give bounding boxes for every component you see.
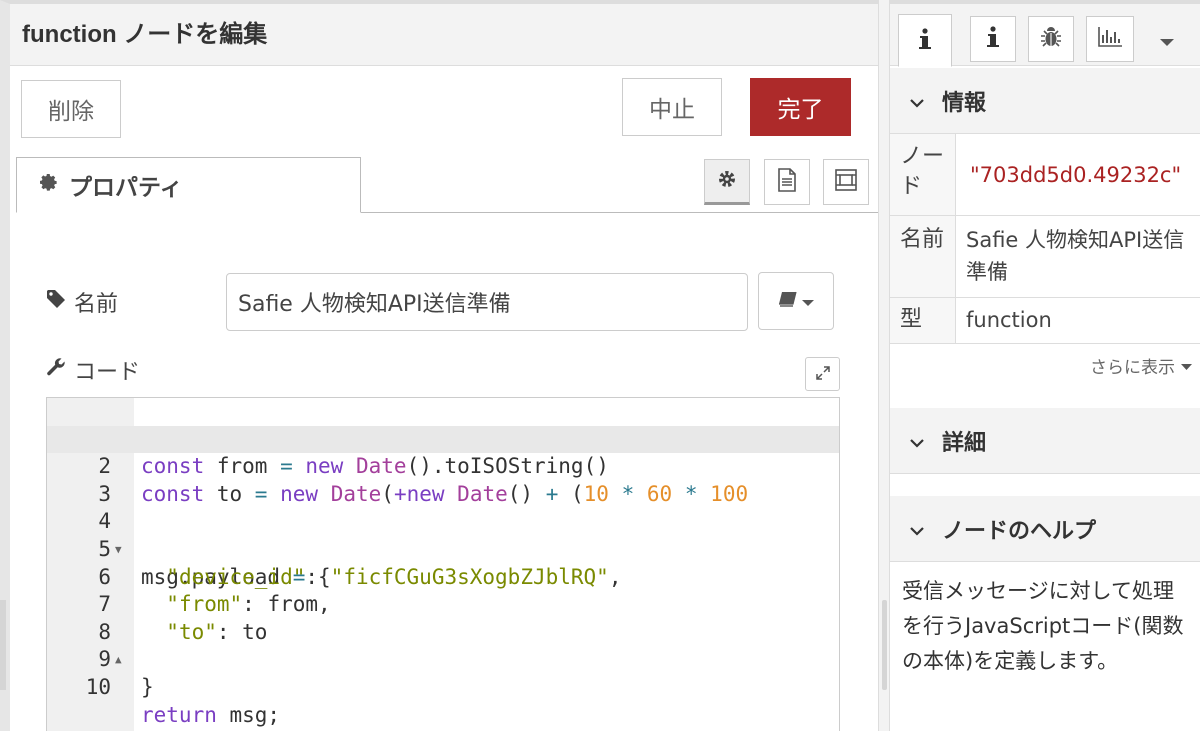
chevron-down-icon: [910, 88, 924, 114]
gear-icon: [717, 169, 737, 193]
sidebar-tabs: [890, 4, 1200, 67]
node-appearance-tab[interactable]: [823, 159, 869, 205]
code-line: 6 "from": from,: [47, 536, 839, 617]
name-label-text: 名前: [74, 292, 119, 317]
delete-button[interactable]: 削除: [21, 80, 121, 138]
code-label: コード: [46, 354, 140, 386]
sidebar-tab-debug[interactable]: [1028, 16, 1074, 62]
sidebar: 情報 ノード "703dd5d0.49232c" 名前 Safie 人物検知AP…: [890, 0, 1200, 731]
editor-tabbar: プロパティ: [16, 148, 878, 213]
info-value-type: function: [966, 308, 1052, 332]
help-section-title: ノードのヘルプ: [942, 517, 1097, 543]
library-button[interactable]: [758, 272, 834, 330]
gear-icon: [39, 172, 59, 199]
expand-editor-button[interactable]: [805, 357, 840, 391]
info-row-type: 型 function: [890, 298, 1200, 344]
sidebar-tab-info-active[interactable]: [898, 14, 952, 67]
info-key-name: 名前: [890, 216, 956, 297]
code-line: 3: [47, 453, 839, 506]
caret-down-icon: [802, 292, 814, 311]
code-label-text: コード: [74, 360, 141, 385]
name-input[interactable]: Safie 人物検知API送信準備: [226, 273, 748, 331]
show-more-link[interactable]: さらに表示: [1090, 353, 1192, 378]
node-id-value[interactable]: "703dd5d0.49232c": [956, 134, 1200, 215]
code-editor[interactable]: 1 const from = new Date().toISOString() …: [46, 397, 840, 731]
info-section-title: 情報: [942, 89, 987, 115]
node-info-table: ノード "703dd5d0.49232c" 名前 Safie 人物検知API送信…: [890, 134, 1200, 344]
code-line: 4 ▼ msg.payload = {: [47, 481, 839, 588]
node-help-text: 受信メッセージに対して処理を行うJavaScriptコード(関数の本体)を定義し…: [902, 579, 1184, 673]
code-line: 10 return msg;: [47, 646, 839, 727]
caret-down-icon: [1181, 356, 1192, 376]
sidebar-tab-info[interactable]: [970, 16, 1016, 62]
detail-section-header[interactable]: 詳細: [890, 408, 1200, 474]
info-key-type: 型: [890, 298, 956, 343]
show-more-label: さらに表示: [1090, 358, 1175, 378]
help-section-header[interactable]: ノードのヘルプ: [890, 496, 1200, 562]
info-icon: [918, 27, 932, 54]
tab-properties-label: プロパティ: [69, 174, 183, 200]
code-text: return msg;: [141, 702, 281, 727]
code-line: 7 "to": to: [47, 564, 839, 644]
info-row-name: 名前 Safie 人物検知API送信準備: [890, 216, 1200, 298]
bug-icon: [1040, 26, 1062, 52]
sidebar-tab-menu[interactable]: [1152, 26, 1182, 56]
book-icon: [778, 291, 798, 311]
chevron-down-icon: [910, 516, 924, 542]
code-line: 9: [47, 619, 839, 671]
tab-properties[interactable]: プロパティ: [16, 157, 361, 213]
info-icon: [986, 26, 1000, 52]
detail-section-title: 詳細: [942, 429, 987, 455]
appearance-icon: [834, 168, 858, 196]
wrench-icon: [46, 357, 66, 383]
sidebar-splitter[interactable]: [878, 0, 890, 731]
node-description-tab[interactable]: [764, 159, 810, 205]
document-icon: [777, 168, 797, 196]
cancel-button[interactable]: 中止: [622, 78, 722, 136]
caret-down-icon: [1160, 32, 1174, 51]
splitter-grip[interactable]: [882, 600, 887, 690]
code-text: }: [141, 674, 154, 699]
code-line: 8 ▲ }: [47, 591, 839, 699]
line-number: 10: [85, 674, 111, 699]
name-label: 名前: [46, 284, 118, 320]
expand-icon: [815, 365, 830, 384]
info-row-node: ノード "703dd5d0.49232c": [890, 134, 1200, 216]
info-key-node: ノード: [890, 134, 956, 215]
code-line: 2 const to = new Date(+new Date() + (10 …: [47, 425, 839, 506]
info-section-header[interactable]: 情報: [890, 68, 1200, 134]
bar-chart-icon: [1097, 26, 1123, 52]
info-value-name: Safie 人物検知API送信準備: [966, 228, 1185, 284]
done-button[interactable]: 完了: [750, 78, 851, 136]
code-line: 1 const from = new Date().toISOString(): [47, 398, 839, 479]
left-resize-handle[interactable]: [0, 600, 6, 690]
code-line: 5 "device_id": "ficfCGuG3sXogbZJblRQ",: [47, 508, 839, 589]
detail-section-body: [890, 474, 1200, 496]
tray-title: function ノードを編集: [10, 4, 878, 66]
tag-icon: [46, 289, 66, 315]
sidebar-tab-dashboard[interactable]: [1086, 16, 1134, 62]
node-settings-tab[interactable]: [704, 159, 750, 205]
chevron-down-icon: [910, 428, 924, 454]
edit-tray: function ノードを編集 削除 中止 完了 プロパティ 名前 Safie …: [0, 0, 878, 731]
